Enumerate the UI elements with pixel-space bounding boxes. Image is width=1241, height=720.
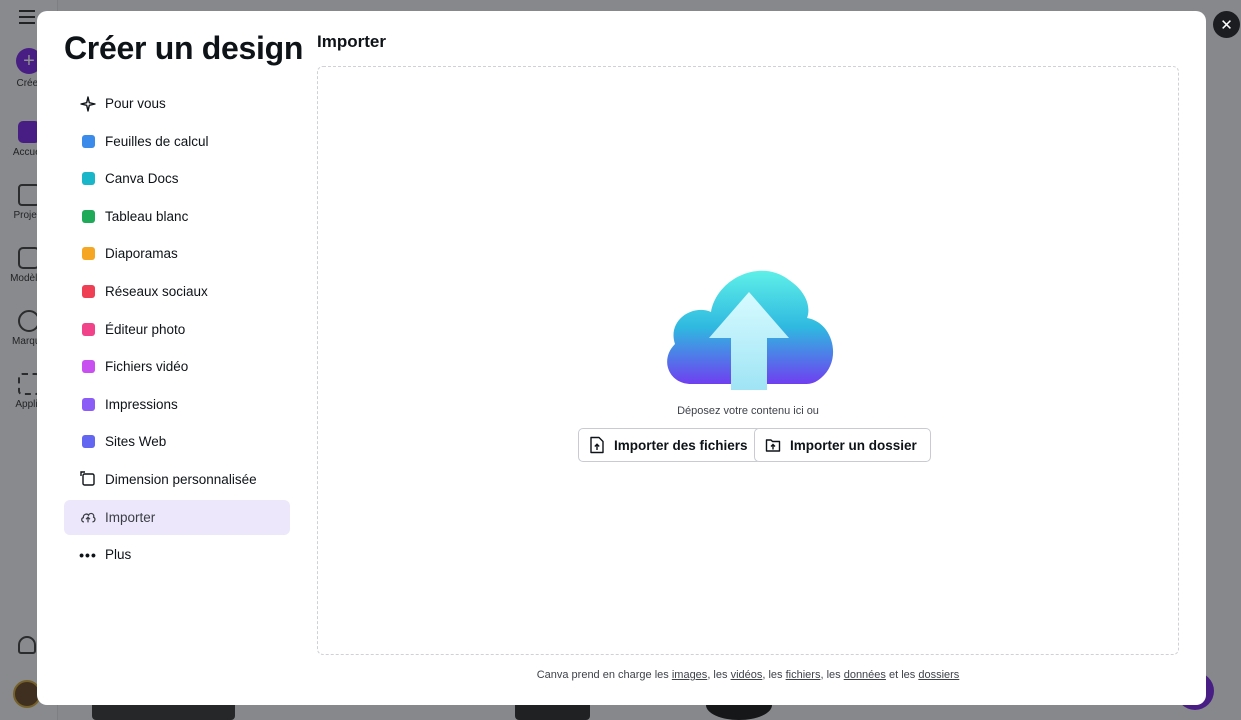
menu-item-label: Plus: [105, 547, 132, 563]
menu-item-presentations[interactable]: Diaporamas: [64, 236, 290, 271]
spreadsheet-icon: [80, 133, 96, 149]
whiteboard-icon: [80, 208, 96, 224]
camera-icon: [80, 321, 96, 337]
resize-icon: [80, 471, 96, 487]
website-icon: [80, 434, 96, 450]
upload-folder-label: Importer un dossier: [790, 437, 917, 453]
menu-item-pour-vous[interactable]: Pour vous: [64, 86, 290, 121]
menu-item-label: Impressions: [105, 396, 178, 412]
menu-item-custom-size[interactable]: Dimension personnalisée: [64, 462, 290, 497]
cloud-upload-illustration: [667, 270, 834, 390]
menu-item-social-media[interactable]: Réseaux sociaux: [64, 274, 290, 309]
create-design-modal: Créer un design Pour vous Feuilles de ca…: [37, 11, 1206, 705]
images-link[interactable]: images: [672, 669, 707, 681]
cloud-upload-icon: [80, 509, 96, 525]
footer-text: Canva prend en charge les: [536, 669, 669, 681]
menu-item-label: Diaporamas: [105, 246, 178, 262]
footer-text: et les: [888, 669, 916, 681]
footer-text: , les: [762, 669, 783, 681]
menu-item-label: Dimension personnalisée: [105, 471, 257, 487]
panel-title: Importer: [317, 32, 386, 51]
drop-instructions: Déposez votre contenu ici ou: [677, 405, 819, 417]
menu-item-spreadsheets[interactable]: Feuilles de calcul: [64, 124, 290, 159]
video-icon: [80, 359, 96, 375]
data-link[interactable]: données: [844, 669, 886, 681]
menu-item-label: Éditeur photo: [105, 321, 186, 337]
menu-item-more[interactable]: ••• Plus: [64, 537, 290, 572]
menu-item-canva-docs[interactable]: Canva Docs: [64, 161, 290, 196]
sparkle-icon: [80, 95, 96, 112]
menu-item-label: Réseaux sociaux: [105, 283, 208, 299]
files-link[interactable]: fichiers: [786, 669, 821, 681]
close-icon: ✕: [1220, 16, 1233, 34]
upload-dropzone[interactable]: Déposez votre contenu ici ou Importer de…: [317, 66, 1179, 655]
menu-item-label: Importer: [105, 509, 156, 525]
heart-icon: [80, 283, 96, 299]
menu-item-prints[interactable]: Impressions: [64, 387, 290, 422]
menu-item-label: Pour vous: [105, 96, 166, 111]
folders-link[interactable]: dossiers: [918, 669, 959, 681]
menu-item-label: Feuilles de calcul: [105, 133, 209, 149]
upload-folder-button[interactable]: Importer un dossier: [754, 428, 931, 462]
printer-icon: [80, 396, 96, 412]
menu-item-websites[interactable]: Sites Web: [64, 424, 290, 459]
supported-formats-note: Canva prend en charge les images, les vi…: [317, 669, 1179, 681]
footer-text: , les: [820, 669, 841, 681]
docs-icon: [80, 171, 96, 187]
design-type-menu: Pour vous Feuilles de calcul Canva Docs …: [64, 86, 290, 575]
upload-files-label: Importer des fichiers: [614, 437, 748, 453]
file-upload-icon: [590, 436, 604, 454]
videos-link[interactable]: vidéos: [731, 669, 763, 681]
menu-item-whiteboard[interactable]: Tableau blanc: [64, 199, 290, 234]
presentation-icon: [80, 246, 96, 262]
folder-upload-icon: [765, 439, 781, 452]
menu-item-photo-editor[interactable]: Éditeur photo: [64, 312, 290, 347]
modal-title: Créer un design: [64, 30, 304, 66]
menu-item-video-files[interactable]: Fichiers vidéo: [64, 349, 290, 384]
menu-item-label: Fichiers vidéo: [105, 359, 189, 375]
footer-text: , les: [707, 669, 728, 681]
close-button[interactable]: ✕: [1213, 11, 1240, 38]
menu-item-label: Canva Docs: [105, 171, 179, 187]
menu-item-import[interactable]: Importer: [64, 499, 290, 535]
more-icon: •••: [79, 546, 97, 563]
menu-item-label: Sites Web: [105, 434, 167, 450]
upload-files-button[interactable]: Importer des fichiers: [578, 428, 762, 462]
menu-item-label: Tableau blanc: [105, 208, 189, 224]
